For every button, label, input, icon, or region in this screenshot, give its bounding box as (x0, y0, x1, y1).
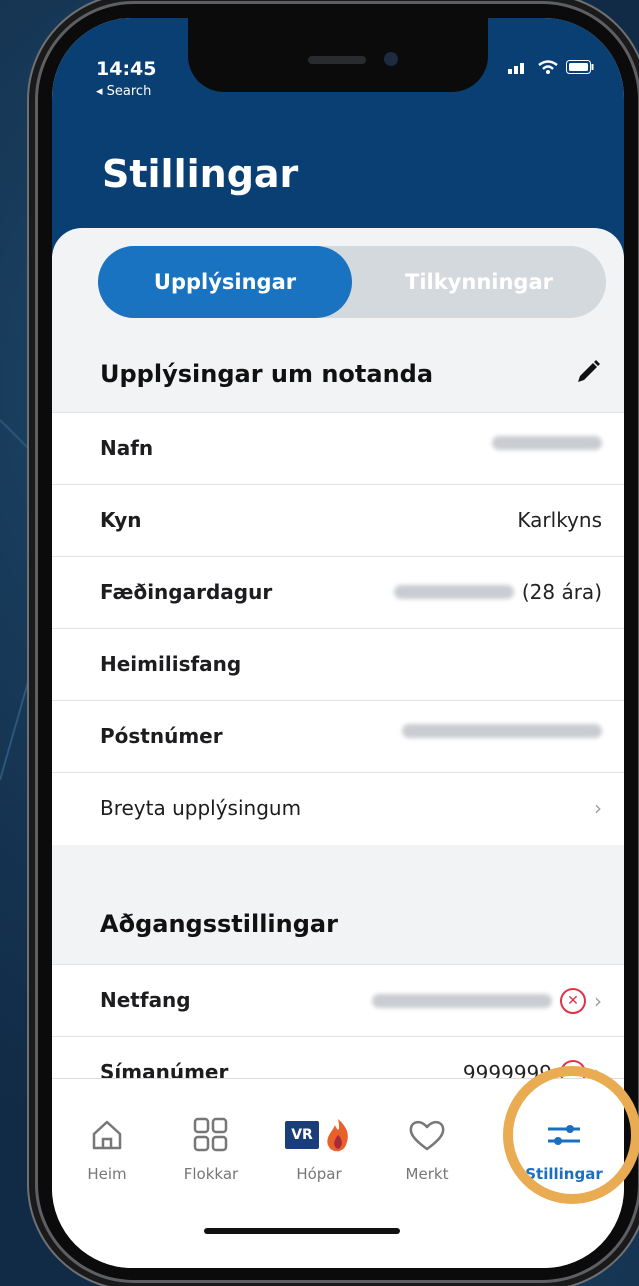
error-icon: ✕ (560, 988, 586, 1014)
section-heading: Upplýsingar um notanda (100, 360, 434, 388)
edit-info-label: Breyta upplýsingum (100, 796, 302, 820)
tab-info[interactable]: Upplýsingar (98, 246, 352, 318)
row-label: Netfang (100, 988, 191, 1012)
row-gender: Kyn Karlkyns (52, 484, 624, 557)
notch (188, 18, 488, 92)
row-value: (28 ára) (393, 580, 602, 604)
tab-groups[interactable]: VR Hópar (264, 1113, 374, 1183)
row-value (492, 436, 602, 450)
row-birthdate: Fæðingardagur (28 ára) (52, 556, 624, 629)
edit-info-row[interactable]: Breyta upplýsingum › (52, 772, 624, 845)
tab-notifications[interactable]: Tilkynningar (352, 246, 606, 318)
flame-logo-icon (327, 1119, 348, 1152)
chevron-right-icon: › (594, 796, 602, 820)
vr-logo: VR (285, 1117, 353, 1153)
row-value (402, 724, 602, 738)
tab-home[interactable]: Heim (52, 1113, 162, 1183)
section-heading: Aðgangsstillingar (100, 910, 338, 938)
row-label: Heimilisfang (100, 652, 242, 676)
grid-icon (193, 1117, 228, 1152)
pencil-icon[interactable] (574, 358, 602, 386)
speaker (308, 56, 366, 64)
row-label: Nafn (100, 436, 154, 460)
tab-label: Flokkar (183, 1165, 239, 1183)
tab-marked[interactable]: Merkt (372, 1113, 482, 1183)
status-time: 14:45 (96, 58, 157, 80)
segmented-control: Upplýsingar Tilkynningar (98, 246, 606, 318)
back-to-search-link[interactable]: ◂ Search (96, 84, 151, 99)
access-section-header: Aðgangsstillingar (52, 888, 624, 962)
row-email[interactable]: Netfang ✕ › (52, 964, 624, 1037)
chevron-right-icon: › (594, 989, 602, 1013)
row-label: Póstnúmer (100, 724, 223, 748)
page-title: Stillingar (102, 152, 299, 196)
row-label: Fæðingardagur (100, 580, 273, 604)
status-icons (508, 60, 594, 74)
row-name: Nafn (52, 412, 624, 485)
row-address: Heimilisfang (52, 628, 624, 701)
tab-label: Merkt (405, 1165, 449, 1183)
home-icon (92, 1120, 122, 1150)
signal-icon (508, 63, 524, 74)
tab-label: Heim (87, 1165, 127, 1183)
wifi-icon (538, 60, 558, 74)
user-info-section-header: Upplýsingar um notanda (52, 338, 624, 412)
age-value: (28 ára) (521, 580, 602, 604)
tab-label: Hópar (296, 1165, 342, 1183)
row-value: ✕ › (372, 988, 602, 1014)
heart-icon (409, 1120, 445, 1151)
battery-icon (566, 60, 594, 74)
camera (384, 52, 398, 66)
tab-categories[interactable]: Flokkar (156, 1113, 266, 1183)
home-indicator[interactable] (204, 1228, 400, 1234)
settings-card: Upplýsingar Tilkynningar Upplýsingar um … (52, 228, 624, 1128)
row-postcode: Póstnúmer (52, 700, 624, 773)
highlight-ring (503, 1066, 639, 1204)
row-value: Karlkyns (517, 508, 602, 532)
row-label: Kyn (100, 508, 142, 532)
